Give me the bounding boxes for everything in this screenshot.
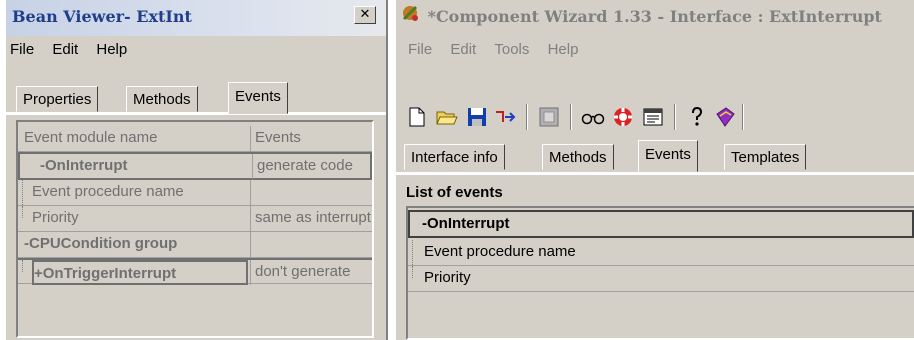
- events-grid[interactable]: Event module name Events -OnInterrupt ge…: [16, 120, 374, 338]
- wizard-title: *Component Wizard 1.33 - Interface : Ext…: [427, 7, 882, 26]
- tree-connector: [22, 260, 29, 272]
- grid-row-oninterrupt[interactable]: -OnInterrupt generate code: [18, 152, 372, 180]
- menu-tools[interactable]: Tools: [494, 41, 529, 58]
- grid-row-label: Priority: [32, 209, 79, 226]
- tab-divider: [396, 172, 914, 175]
- menu-help[interactable]: Help: [548, 41, 579, 58]
- lifebuoy-icon[interactable]: [610, 104, 636, 130]
- bean-viewer-titlebar[interactable]: Bean Viewer- ExtInt ✕: [6, 0, 386, 36]
- grid-row-value: [250, 180, 372, 205]
- menu-file[interactable]: File: [10, 41, 34, 58]
- close-icon: ✕: [359, 7, 371, 22]
- tab-divider: [6, 112, 386, 115]
- open-folder-icon[interactable]: [434, 104, 460, 130]
- list-row-priority[interactable]: Priority: [408, 266, 914, 292]
- list-of-events-label: List of events: [406, 184, 503, 201]
- grid-row-priority[interactable]: Priority same as interrupt: [18, 206, 372, 232]
- grid-row-value: [250, 232, 372, 257]
- list-row-event-procedure[interactable]: Event procedure name: [408, 240, 914, 266]
- list-row-label: Event procedure name: [424, 243, 576, 260]
- glasses-icon[interactable]: [580, 104, 606, 130]
- menu-edit[interactable]: Edit: [52, 41, 78, 58]
- wizard-titlebar[interactable]: *Component Wizard 1.33 - Interface : Ext…: [396, 0, 914, 36]
- menu-edit[interactable]: Edit: [450, 41, 476, 58]
- grid-row-label: -OnInterrupt: [40, 157, 128, 174]
- tab-methods[interactable]: Methods: [542, 144, 614, 170]
- tab-templates[interactable]: Templates: [724, 144, 807, 170]
- toolbar-separator: [742, 104, 744, 130]
- close-button[interactable]: ✕: [354, 6, 376, 24]
- grid-header-module: Event module name: [24, 129, 158, 146]
- window-icon[interactable]: [640, 104, 666, 130]
- tab-interface-info[interactable]: Interface info: [404, 144, 505, 170]
- tab-events[interactable]: Events: [228, 82, 288, 114]
- list-row-oninterrupt[interactable]: -OnInterrupt: [408, 210, 914, 238]
- tab-properties[interactable]: Properties: [16, 86, 99, 112]
- tab-events[interactable]: Events: [638, 140, 698, 172]
- grid-header-events: Events: [250, 126, 372, 151]
- grid-row-label: Event procedure name: [32, 183, 184, 200]
- grid-row-ontrigger[interactable]: +OnTriggerInterrupt don't generate: [18, 258, 372, 285]
- tree-connector: [412, 240, 419, 265]
- wizard-app-icon: [400, 1, 422, 35]
- grid-row-value: generate code: [252, 154, 372, 179]
- bean-viewer-tabstrip: Properties Methods Events: [6, 82, 386, 114]
- new-file-icon[interactable]: [404, 104, 430, 130]
- toolbar-separator: [674, 104, 676, 130]
- grid-row-label: -CPUCondition group: [24, 235, 178, 252]
- arrow-tool-icon[interactable]: [492, 104, 518, 130]
- gray-box-icon[interactable]: [536, 104, 562, 130]
- tree-connector: [412, 266, 419, 278]
- grid-row-cpucondition[interactable]: -CPUCondition group: [18, 232, 372, 258]
- book-icon[interactable]: [712, 104, 738, 130]
- bean-viewer-title: Bean Viewer- ExtInt: [12, 7, 192, 26]
- toolbar-separator: [570, 104, 572, 130]
- grid-header-row: Event module name Events: [18, 126, 372, 152]
- grid-row-value: don't generate: [250, 260, 372, 285]
- tab-methods[interactable]: Methods: [126, 86, 198, 112]
- menu-file[interactable]: File: [408, 41, 432, 58]
- bean-viewer-menubar: File Edit Help: [6, 36, 386, 64]
- wizard-tabstrip: Interface info Methods Events Templates: [396, 140, 914, 172]
- list-row-label: Priority: [424, 269, 471, 286]
- grid-row-label: +OnTriggerInterrupt: [32, 260, 248, 285]
- bean-viewer-window: Bean Viewer- ExtInt ✕ File Edit Help Pro…: [6, 0, 388, 340]
- wizard-toolbar: [396, 96, 914, 136]
- wizard-menubar: File Edit Tools Help: [396, 36, 914, 64]
- events-list[interactable]: -OnInterrupt Event procedure name Priori…: [406, 206, 914, 340]
- grid-row-value: same as interrupt: [250, 206, 372, 231]
- list-row-label: -OnInterrupt: [422, 215, 510, 232]
- menu-help[interactable]: Help: [96, 41, 127, 58]
- toolbar-separator: [526, 104, 528, 130]
- tree-connector: [22, 206, 29, 218]
- grid-row-event-procedure[interactable]: Event procedure name: [18, 180, 372, 206]
- tree-connector: [22, 180, 29, 205]
- save-disk-icon[interactable]: [464, 104, 490, 130]
- component-wizard-window: *Component Wizard 1.33 - Interface : Ext…: [396, 0, 914, 340]
- help-question-icon[interactable]: [684, 104, 710, 130]
